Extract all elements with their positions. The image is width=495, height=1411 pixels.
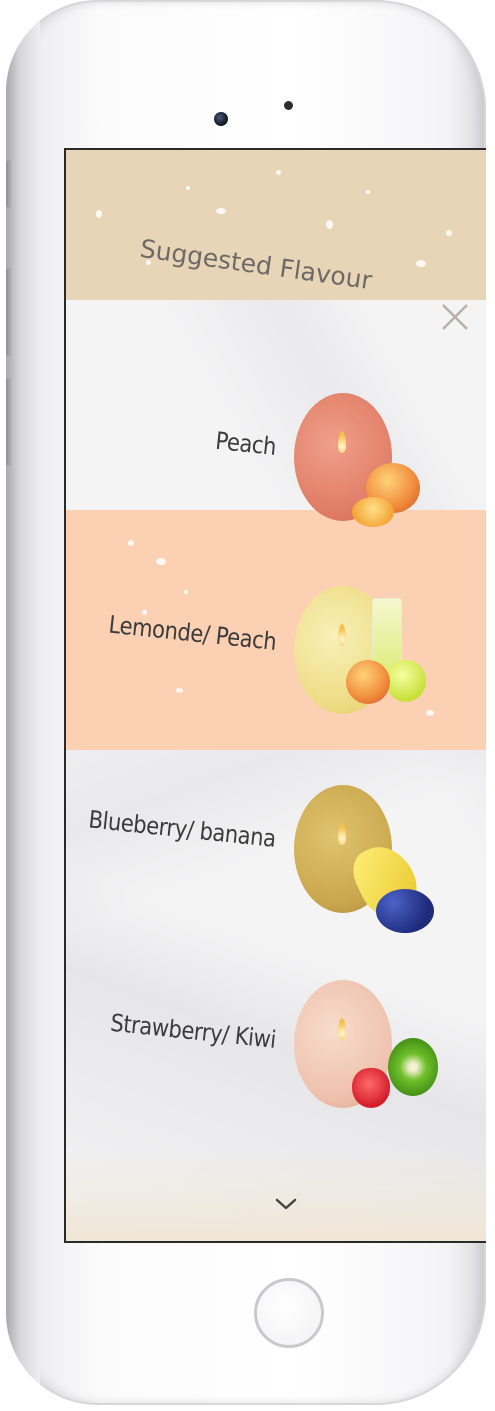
flavor-item-blueberry-banana[interactable]: Blueberry/ banana xyxy=(66,785,486,945)
phone-device: Suggested Flavour Peach Lemonde/ Peach B… xyxy=(6,0,486,1405)
front-camera xyxy=(214,112,228,126)
close-button[interactable] xyxy=(438,300,472,334)
earpiece-speaker xyxy=(284,101,293,110)
lemon-icon xyxy=(386,660,426,702)
mute-switch xyxy=(6,160,14,208)
kiwi-icon xyxy=(388,1038,438,1096)
flavor-name: Lemonde/ Peach xyxy=(107,610,278,656)
candle-flame xyxy=(338,431,346,453)
flavor-item-peach[interactable]: Peach xyxy=(66,385,486,545)
home-button[interactable] xyxy=(254,1278,324,1348)
flavor-item-lemonade-peach[interactable]: Lemonde/ Peach xyxy=(66,580,486,740)
candle-flame xyxy=(338,823,346,845)
peach-icon xyxy=(346,660,390,704)
app-screen: Suggested Flavour Peach Lemonde/ Peach B… xyxy=(64,148,486,1243)
close-x-icon xyxy=(442,304,468,330)
flavor-name: Blueberry/ banana xyxy=(87,805,278,853)
strawberry-icon xyxy=(352,1068,390,1108)
flavor-name: Strawberry/ Kiwi xyxy=(109,1008,278,1054)
chevron-down-icon xyxy=(275,1198,297,1210)
candle-flame xyxy=(338,1018,346,1040)
phone-side-edge xyxy=(6,0,40,1405)
blueberries-icon xyxy=(376,889,434,933)
volume-up-button xyxy=(6,268,14,356)
flavor-item-strawberry-kiwi[interactable]: Strawberry/ Kiwi xyxy=(66,980,486,1140)
volume-down-button xyxy=(6,378,14,466)
scroll-down-button[interactable] xyxy=(272,1193,300,1215)
flavor-name: Peach xyxy=(214,426,278,461)
candle-flame xyxy=(338,624,346,646)
peach-slice-icon xyxy=(352,497,394,527)
